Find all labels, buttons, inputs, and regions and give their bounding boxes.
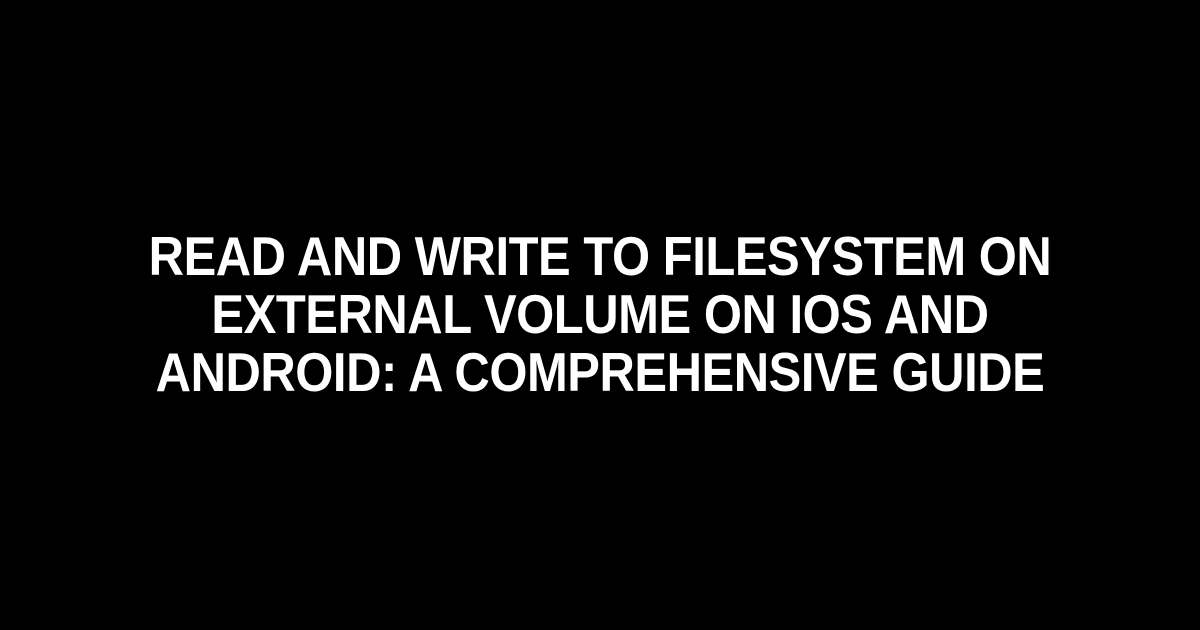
page-title: Read and Write to Filesystem on External… [66, 228, 1134, 401]
